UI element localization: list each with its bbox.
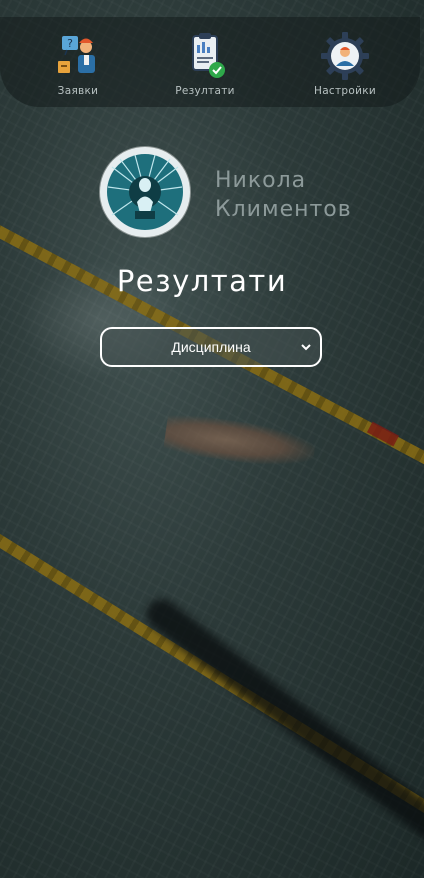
nav-item-results[interactable]: Резултати bbox=[150, 17, 260, 107]
page-title: Резултати bbox=[116, 264, 288, 298]
nav-label: Резултати bbox=[175, 85, 235, 97]
avatar bbox=[100, 147, 190, 237]
last-name: Климентов bbox=[215, 197, 352, 222]
chevron-down-icon bbox=[301, 344, 311, 351]
results-clipboard-icon bbox=[192, 33, 225, 78]
pool-background bbox=[0, 0, 424, 878]
top-navigation: ? Заявки Резултати Настройки bbox=[0, 17, 420, 107]
nav-item-applications[interactable]: ? Заявки bbox=[23, 17, 133, 107]
nav-item-settings[interactable]: Настройки bbox=[290, 17, 400, 107]
profile-name: Никола Климентов bbox=[215, 166, 395, 224]
svg-text:?: ? bbox=[67, 37, 73, 50]
applications-icon: ? bbox=[58, 36, 95, 73]
settings-gear-icon bbox=[321, 32, 369, 80]
first-name: Никола bbox=[215, 168, 307, 193]
nav-label: Настройки bbox=[314, 85, 376, 97]
discipline-select-value: Дисциплина bbox=[171, 339, 251, 355]
lane-rope bbox=[0, 510, 424, 850]
swimmer bbox=[162, 411, 318, 473]
club-logo-icon bbox=[101, 148, 189, 236]
discipline-select[interactable]: Дисциплина bbox=[100, 327, 322, 367]
nav-label: Заявки bbox=[57, 85, 99, 97]
lane-floor-line bbox=[140, 593, 424, 851]
